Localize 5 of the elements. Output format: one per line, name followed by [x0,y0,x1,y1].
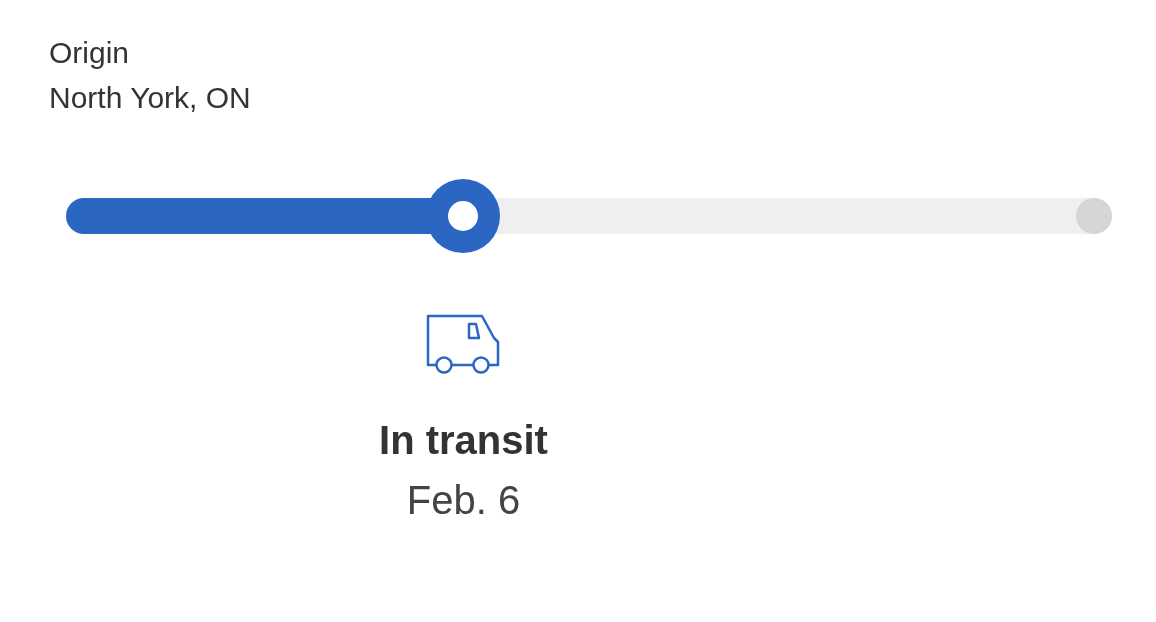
van-icon [426,314,501,374]
origin-label: Origin [49,35,130,71]
origin-location: North York, ON [49,80,251,116]
status-date: Feb. 6 [406,477,521,524]
status-title: In transit [379,417,548,464]
